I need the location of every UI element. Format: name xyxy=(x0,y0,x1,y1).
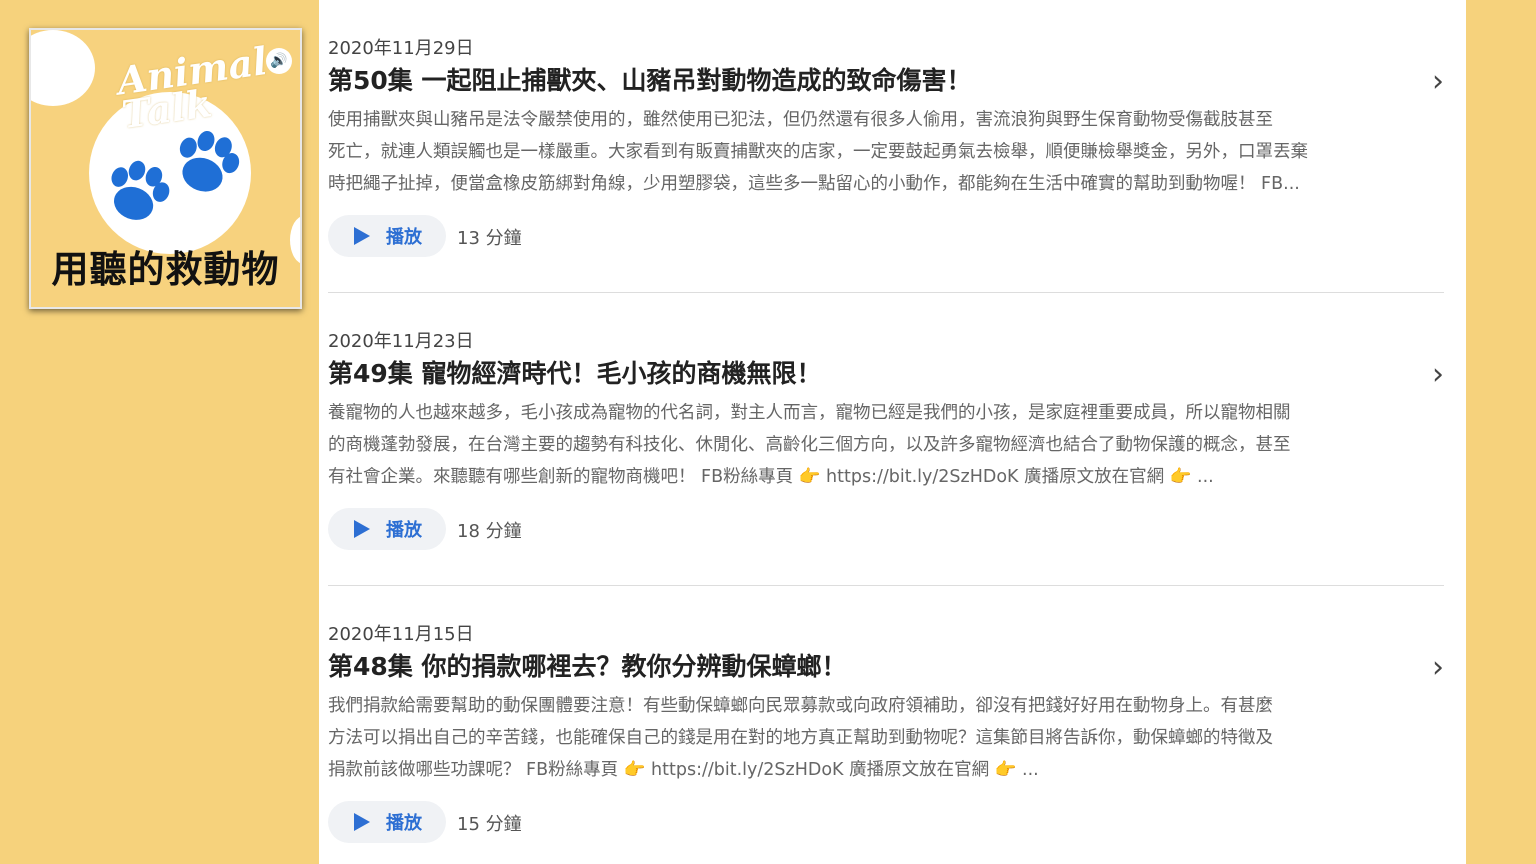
play-label: 播放 xyxy=(386,227,422,248)
paw-icon xyxy=(179,130,240,192)
episode-duration: 18 分鐘 xyxy=(457,521,522,542)
episode-title[interactable]: 第48集 你的捐款哪裡去？教你分辨動保蟑螂！ xyxy=(328,647,847,683)
episode-title[interactable]: 第50集 一起阻止捕獸夾、山豬吊對動物造成的致命傷害！ xyxy=(328,61,972,97)
play-button[interactable]: 播放 xyxy=(328,508,446,550)
description-line: 我們捐款給需要幫助的動保團體要注意！有些動保蟑螂向民眾募款或向政府領補助，卻沒有… xyxy=(328,696,1273,716)
podcast-cover[interactable]: Animal Talk 🔊 用聽的救動物 xyxy=(29,28,302,309)
description-line: 養寵物的人也越來越多，毛小孩成為寵物的代名詞，對主人而言，寵物已經是我們的小孩，… xyxy=(328,403,1291,423)
description-line: 捐款前該做哪些功課呢？ FB粉絲專頁 👉 https://bit.ly/2SzH… xyxy=(328,760,1039,780)
episode-duration: 15 分鐘 xyxy=(457,814,522,835)
divider xyxy=(328,585,1444,586)
description-line: 使用捕獸夾與山豬吊是法令嚴禁使用的，雖然使用已犯法，但仍然還有很多人偷用，害流浪… xyxy=(328,110,1273,130)
description-line: 有社會企業。來聽聽有哪些創新的寵物商機吧！ FB粉絲專頁 👉 https://b… xyxy=(328,467,1214,487)
episode-date: 2020年11月15日 xyxy=(328,624,474,645)
episode-title[interactable]: 第49集 寵物經濟時代！毛小孩的商機無限！ xyxy=(328,354,822,390)
episode-description: 養寵物的人也越來越多，毛小孩成為寵物的代名詞，對主人而言，寵物已經是我們的小孩，… xyxy=(328,397,1408,493)
episode-description: 使用捕獸夾與山豬吊是法令嚴禁使用的，雖然使用已犯法，但仍然還有很多人偷用，害流浪… xyxy=(328,104,1408,200)
chevron-right-icon[interactable]: › xyxy=(1432,64,1444,99)
play-button[interactable]: 播放 xyxy=(328,215,446,257)
play-icon xyxy=(354,227,370,245)
episode-description: 我們捐款給需要幫助的動保團體要注意！有些動保蟑螂向民眾募款或向政府領補助，卻沒有… xyxy=(328,690,1408,786)
episode-duration: 13 分鐘 xyxy=(457,228,522,249)
description-line: 時把繩子扯掉，便當盒橡皮筋綁對角線，少用塑膠袋，這些多一點留心的小動作，都能夠在… xyxy=(328,174,1300,194)
play-icon xyxy=(354,520,370,538)
episode-date: 2020年11月29日 xyxy=(328,38,474,59)
speaker-icon: 🔊 xyxy=(266,48,292,74)
episode-list: 2020年11月29日 第50集 一起阻止捕獸夾、山豬吊對動物造成的致命傷害！ … xyxy=(319,0,1466,864)
description-line: 的商機蓬勃發展，在台灣主要的趨勢有科技化、休閒化、高齡化三個方向，以及許多寵物經… xyxy=(328,435,1291,455)
description-line: 死亡，就連人類誤觸也是一樣嚴重。大家看到有販賣捕獸夾的店家，一定要鼓起勇氣去檢舉… xyxy=(328,142,1308,162)
divider xyxy=(328,292,1444,293)
play-icon xyxy=(354,813,370,831)
description-line: 方法可以捐出自己的辛苦錢，也能確保自己的錢是用在對的地方真正幫助到動物呢？這集節… xyxy=(328,728,1273,748)
chevron-right-icon[interactable]: › xyxy=(1432,357,1444,392)
podcast-title: 用聽的救動物 xyxy=(51,248,280,291)
decor-blob xyxy=(31,30,95,106)
episode-date: 2020年11月23日 xyxy=(328,331,474,352)
chevron-right-icon[interactable]: › xyxy=(1432,650,1444,685)
play-label: 播放 xyxy=(386,520,422,541)
play-button[interactable]: 播放 xyxy=(328,801,446,843)
play-label: 播放 xyxy=(386,813,422,834)
